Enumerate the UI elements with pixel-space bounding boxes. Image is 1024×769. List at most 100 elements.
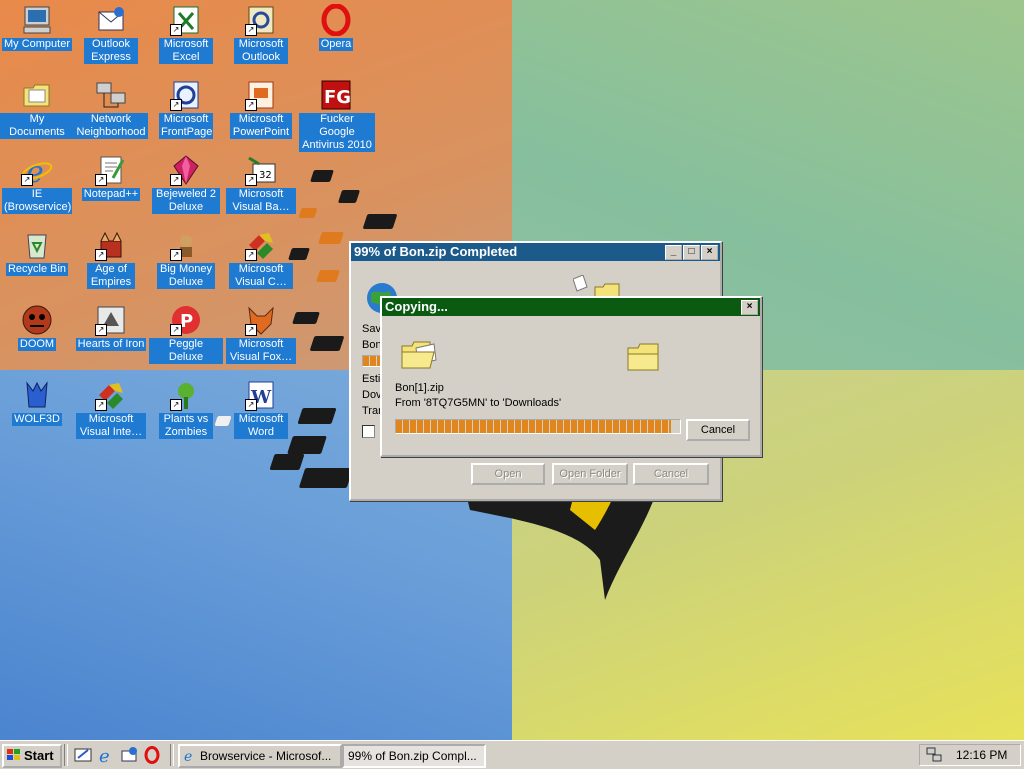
desktop-icon-microsoft-frontpage[interactable]: ↗ Microsoft FrontPage — [149, 79, 223, 139]
shortcut-arrow-icon: ↗ — [170, 99, 182, 111]
start-button[interactable]: Start — [2, 744, 62, 768]
peggle-icon: P ↗ — [170, 304, 202, 336]
estimated-time-label: Esti — [362, 373, 381, 385]
start-label: Start — [24, 748, 54, 763]
close-button[interactable]: × — [701, 245, 718, 260]
desktop-icon-bejeweled-2-deluxe[interactable]: ↗ Bejeweled 2 Deluxe — [149, 154, 223, 214]
taskbar-button-download[interactable]: 99% of Bon.zip Compl... — [342, 744, 486, 768]
saving-label: Sav — [362, 323, 381, 335]
visual-foxpro-icon: ↗ — [245, 304, 277, 336]
open-folder-button[interactable]: Open Folder — [552, 463, 628, 485]
desktop-icon-ie-browservice[interactable]: e ↗ IE (Browservice) — [0, 154, 74, 214]
taskbar-button-browservice[interactable]: e Browservice - Microsof... — [178, 744, 342, 768]
copying-filename: Bon[1].zip — [395, 382, 444, 394]
desktop-icon-microsoft-visual-foxpro[interactable]: ↗ Microsoft Visual Fox… — [224, 304, 298, 364]
shortcut-arrow-icon: ↗ — [170, 399, 182, 411]
svg-text:32: 32 — [259, 170, 272, 181]
visual-studio-icon: ↗ — [95, 379, 127, 411]
copying-dialog-titlebar[interactable]: Copying... × — [382, 298, 760, 316]
desktop-icon-label: Fucker Google Antivirus 2010 — [299, 113, 375, 152]
desktop-icon-label: IE (Browservice) — [2, 188, 72, 214]
minimize-button[interactable]: _ — [665, 245, 682, 260]
wallpaper-tile — [297, 408, 337, 424]
desktop-icon-label: Microsoft Excel — [159, 38, 213, 64]
desktop-icon-outlook-express[interactable]: Outlook Express — [74, 4, 148, 64]
shortcut-arrow-icon: ↗ — [245, 99, 257, 111]
copy-cancel-button[interactable]: Cancel — [686, 419, 750, 441]
desktop-icon-label: Opera — [318, 38, 354, 51]
desktop-icon-plants-vs-zombies[interactable]: ↗ Plants vs Zombies — [149, 379, 223, 439]
desktop-icon-microsoft-visual-interdev[interactable]: ↗ Microsoft Visual Inte… — [74, 379, 148, 439]
copying-dialog[interactable]: Copying... × Bon[1].zip From '8TQ7G5MN' … — [380, 296, 762, 457]
internet-explorer-icon: e ↗ — [21, 154, 53, 190]
desktop-icon-peggle-deluxe[interactable]: P ↗ Peggle Deluxe — [149, 304, 223, 364]
desktop-icon-label: Microsoft PowerPoint — [230, 113, 292, 139]
quicklaunch-opera-icon[interactable] — [143, 746, 161, 764]
wallpaper-tile — [298, 208, 318, 218]
desktop-icon-label: Microsoft Visual Inte… — [76, 413, 146, 439]
clock[interactable]: 12:16 PM — [956, 745, 1007, 765]
big-money-icon: ↗ — [170, 229, 202, 261]
close-on-complete-checkbox[interactable] — [362, 425, 375, 438]
desktop-icon-microsoft-word[interactable]: W ↗ Microsoft Word — [224, 379, 298, 439]
download-cancel-button[interactable]: Cancel — [633, 463, 709, 485]
desktop-icon-notepad-plus-plus[interactable]: ↗ Notepad++ — [74, 154, 148, 201]
shortcut-arrow-icon: ↗ — [21, 174, 33, 186]
desktop-icon-big-money-deluxe[interactable]: ↗ Big Money Deluxe — [149, 229, 223, 289]
hearts-of-iron-icon: ↗ — [95, 304, 127, 336]
desktop-icon-age-of-empires[interactable]: ↗ Age of Empires — [74, 229, 148, 289]
windows-logo-icon — [7, 747, 21, 760]
desktop-icon-fucker-google-antivirus[interactable]: FG Fucker Google Antivirus 2010 — [299, 79, 375, 152]
taskbar-separator — [170, 744, 174, 766]
desktop-icon-wolf3d[interactable]: WOLF3D — [0, 379, 74, 426]
desktop-icon-label: Network Neighborhood — [74, 113, 148, 139]
destination-folder-icon — [626, 342, 662, 372]
desktop-icon-my-computer[interactable]: My Computer — [0, 4, 74, 51]
desktop-icon-hearts-of-iron[interactable]: ↗ Hearts of Iron — [74, 304, 148, 351]
svg-text:FG: FG — [324, 87, 351, 108]
wolf3d-icon — [21, 379, 53, 411]
wallpaper-tile — [318, 232, 344, 244]
wallpaper-tile — [298, 468, 354, 488]
folder-documents-icon — [21, 79, 53, 111]
desktop-icon-opera[interactable]: Opera — [299, 3, 373, 51]
frontpage-icon: ↗ — [170, 79, 202, 111]
desktop-icon-microsoft-visual-cpp[interactable]: ↗ Microsoft Visual C… — [224, 229, 298, 289]
network-tray-icon[interactable] — [926, 747, 942, 763]
close-button[interactable]: × — [741, 300, 758, 315]
desktop-icon-doom[interactable]: DOOM — [0, 304, 74, 351]
quicklaunch-outlook-express-icon[interactable] — [120, 746, 138, 764]
visual-cpp-icon: ↗ — [245, 229, 277, 261]
open-button[interactable]: Open — [471, 463, 545, 485]
download-to-label: Dov — [362, 389, 382, 401]
desktop-icon-label: Microsoft Word — [234, 413, 288, 439]
desktop-icon-microsoft-outlook[interactable]: ↗ Microsoft Outlook — [224, 4, 298, 64]
desktop-icon-recycle-bin[interactable]: Recycle Bin — [0, 229, 74, 276]
desktop-icon-my-documents[interactable]: My Documents — [0, 79, 74, 139]
desktop-icon-label: Microsoft Visual Ba… — [226, 188, 296, 214]
desktop-icon-microsoft-excel[interactable]: ↗ Microsoft Excel — [149, 4, 223, 64]
desktop-icon-label: Outlook Express — [84, 38, 138, 64]
svg-text:e: e — [184, 749, 192, 762]
shortcut-arrow-icon: ↗ — [245, 399, 257, 411]
doom-icon — [21, 304, 53, 336]
copying-dialog-title: Copying... — [385, 299, 448, 314]
desktop-icon-microsoft-powerpoint[interactable]: ↗ Microsoft PowerPoint — [224, 79, 298, 139]
shortcut-arrow-icon: ↗ — [245, 249, 257, 261]
desktop-icon-label: Recycle Bin — [5, 263, 69, 276]
shortcut-arrow-icon: ↗ — [245, 24, 257, 36]
maximize-button[interactable]: □ — [683, 245, 700, 260]
network-icon — [95, 79, 127, 111]
desktop-icon-label: Peggle Deluxe — [149, 338, 223, 364]
word-icon: W ↗ — [245, 379, 277, 411]
desktop-icon-label: Plants vs Zombies — [159, 413, 213, 439]
taskbar-button-label: 99% of Bon.zip Compl... — [348, 749, 477, 763]
taskbar-separator — [64, 744, 68, 766]
download-window-titlebar[interactable]: 99% of Bon.zip Completed _ □ × — [351, 243, 720, 261]
quicklaunch-show-desktop-icon[interactable] — [74, 746, 92, 764]
visual-basic-icon: 32 ↗ — [245, 154, 277, 186]
desktop-icon-network-neighborhood[interactable]: Network Neighborhood — [74, 79, 148, 139]
desktop-icon-microsoft-visual-basic[interactable]: 32 ↗ Microsoft Visual Ba… — [224, 154, 298, 214]
quicklaunch-internet-explorer-icon[interactable]: e — [97, 746, 115, 767]
desktop-icon-label: Microsoft Visual Fox… — [226, 338, 296, 364]
